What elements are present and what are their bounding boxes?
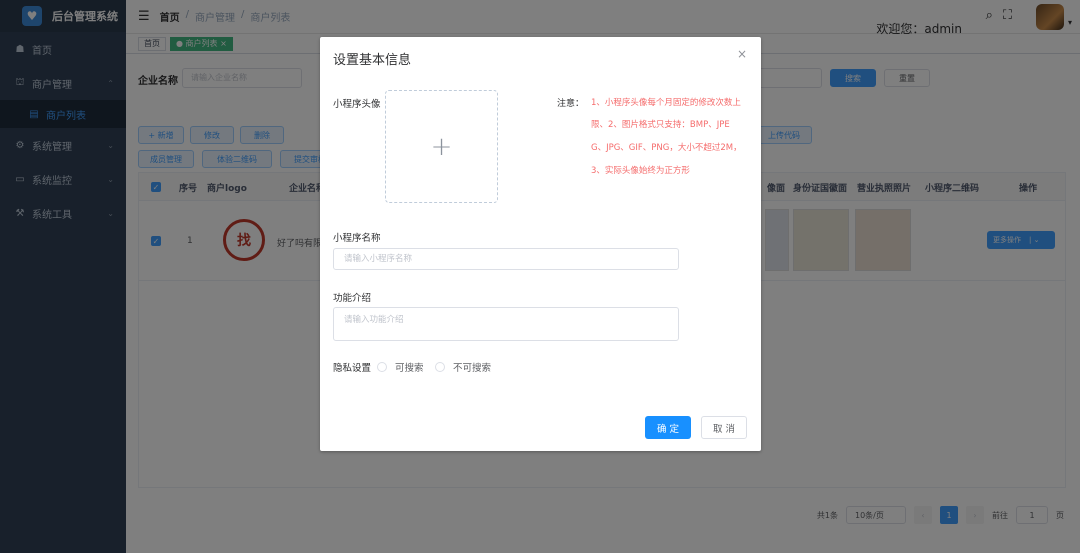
- note-label: 注意：: [557, 99, 585, 109]
- radio-label: 可搜索: [395, 363, 424, 374]
- note-line: G、JPG、GIF、PNG，大小不超过2M，: [591, 143, 742, 153]
- note-line: 限、2、图片格式只支持：BMP、JPE: [591, 120, 730, 130]
- radio-circle-icon: [435, 362, 445, 372]
- radio-circle-icon: [377, 362, 387, 372]
- close-icon[interactable]: ×: [737, 47, 747, 61]
- plus-icon: +: [430, 131, 453, 162]
- avatar-label: 小程序头像: [333, 99, 381, 110]
- basic-info-dialog: 设置基本信息 × 小程序头像 + 注意： 1、小程序头像每个月固定的修改次数上 …: [320, 37, 761, 451]
- cancel-button[interactable]: 取 消: [701, 416, 747, 439]
- radio-label: 不可搜索: [453, 363, 492, 374]
- note-line: 1、小程序头像每个月固定的修改次数上: [591, 98, 741, 108]
- name-label: 小程序名称: [333, 233, 381, 244]
- intro-label: 功能介绍: [333, 293, 372, 304]
- confirm-button[interactable]: 确 定: [645, 416, 691, 439]
- radio-searchable[interactable]: 可搜索: [377, 360, 424, 374]
- miniprogram-name-input[interactable]: 请输入小程序名称: [333, 248, 679, 270]
- radio-not-searchable[interactable]: 不可搜索: [435, 360, 491, 374]
- intro-textarea[interactable]: 请输入功能介绍: [333, 307, 679, 341]
- note-line: 3、实际头像始终为正方形: [591, 166, 690, 176]
- privacy-label: 隐私设置: [333, 363, 372, 374]
- dialog-title: 设置基本信息: [333, 53, 412, 68]
- avatar-uploader[interactable]: +: [385, 90, 498, 203]
